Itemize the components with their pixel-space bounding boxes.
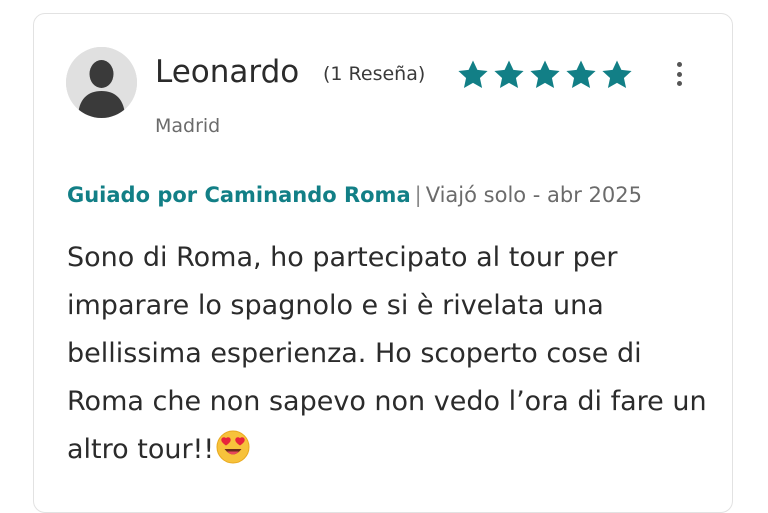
user-silhouette-icon xyxy=(66,47,137,118)
reviewer-location: Madrid xyxy=(155,115,221,137)
review-card: Leonardo (1 Reseña) Madrid Guiado por Ca… xyxy=(33,13,733,513)
star-icon xyxy=(494,60,524,89)
review-body: Sono di Roma, ho partecipato al tour per… xyxy=(67,242,707,465)
review-meta: Guiado por Caminando Roma | Viajó solo - a… xyxy=(67,180,642,210)
vertical-ellipsis-icon xyxy=(676,62,682,67)
review-count: (1 Reseña) xyxy=(323,63,426,85)
guide-link[interactable]: Guiado por Caminando Roma xyxy=(67,183,411,207)
star-icon xyxy=(566,60,596,89)
meta-separator: | xyxy=(414,183,422,207)
smiling-face-with-heart-eyes-icon xyxy=(216,430,250,480)
star-rating xyxy=(456,58,634,92)
review-text: Sono di Roma, ho partecipato al tour per… xyxy=(67,234,717,480)
star-icon xyxy=(602,60,632,89)
more-options-button[interactable] xyxy=(670,60,688,88)
star-icon xyxy=(458,60,488,89)
trip-info: Viajó solo - abr 2025 xyxy=(425,183,643,207)
star-icon xyxy=(530,60,560,89)
avatar[interactable] xyxy=(66,47,137,118)
reviewer-name[interactable]: Leonardo xyxy=(155,52,299,92)
